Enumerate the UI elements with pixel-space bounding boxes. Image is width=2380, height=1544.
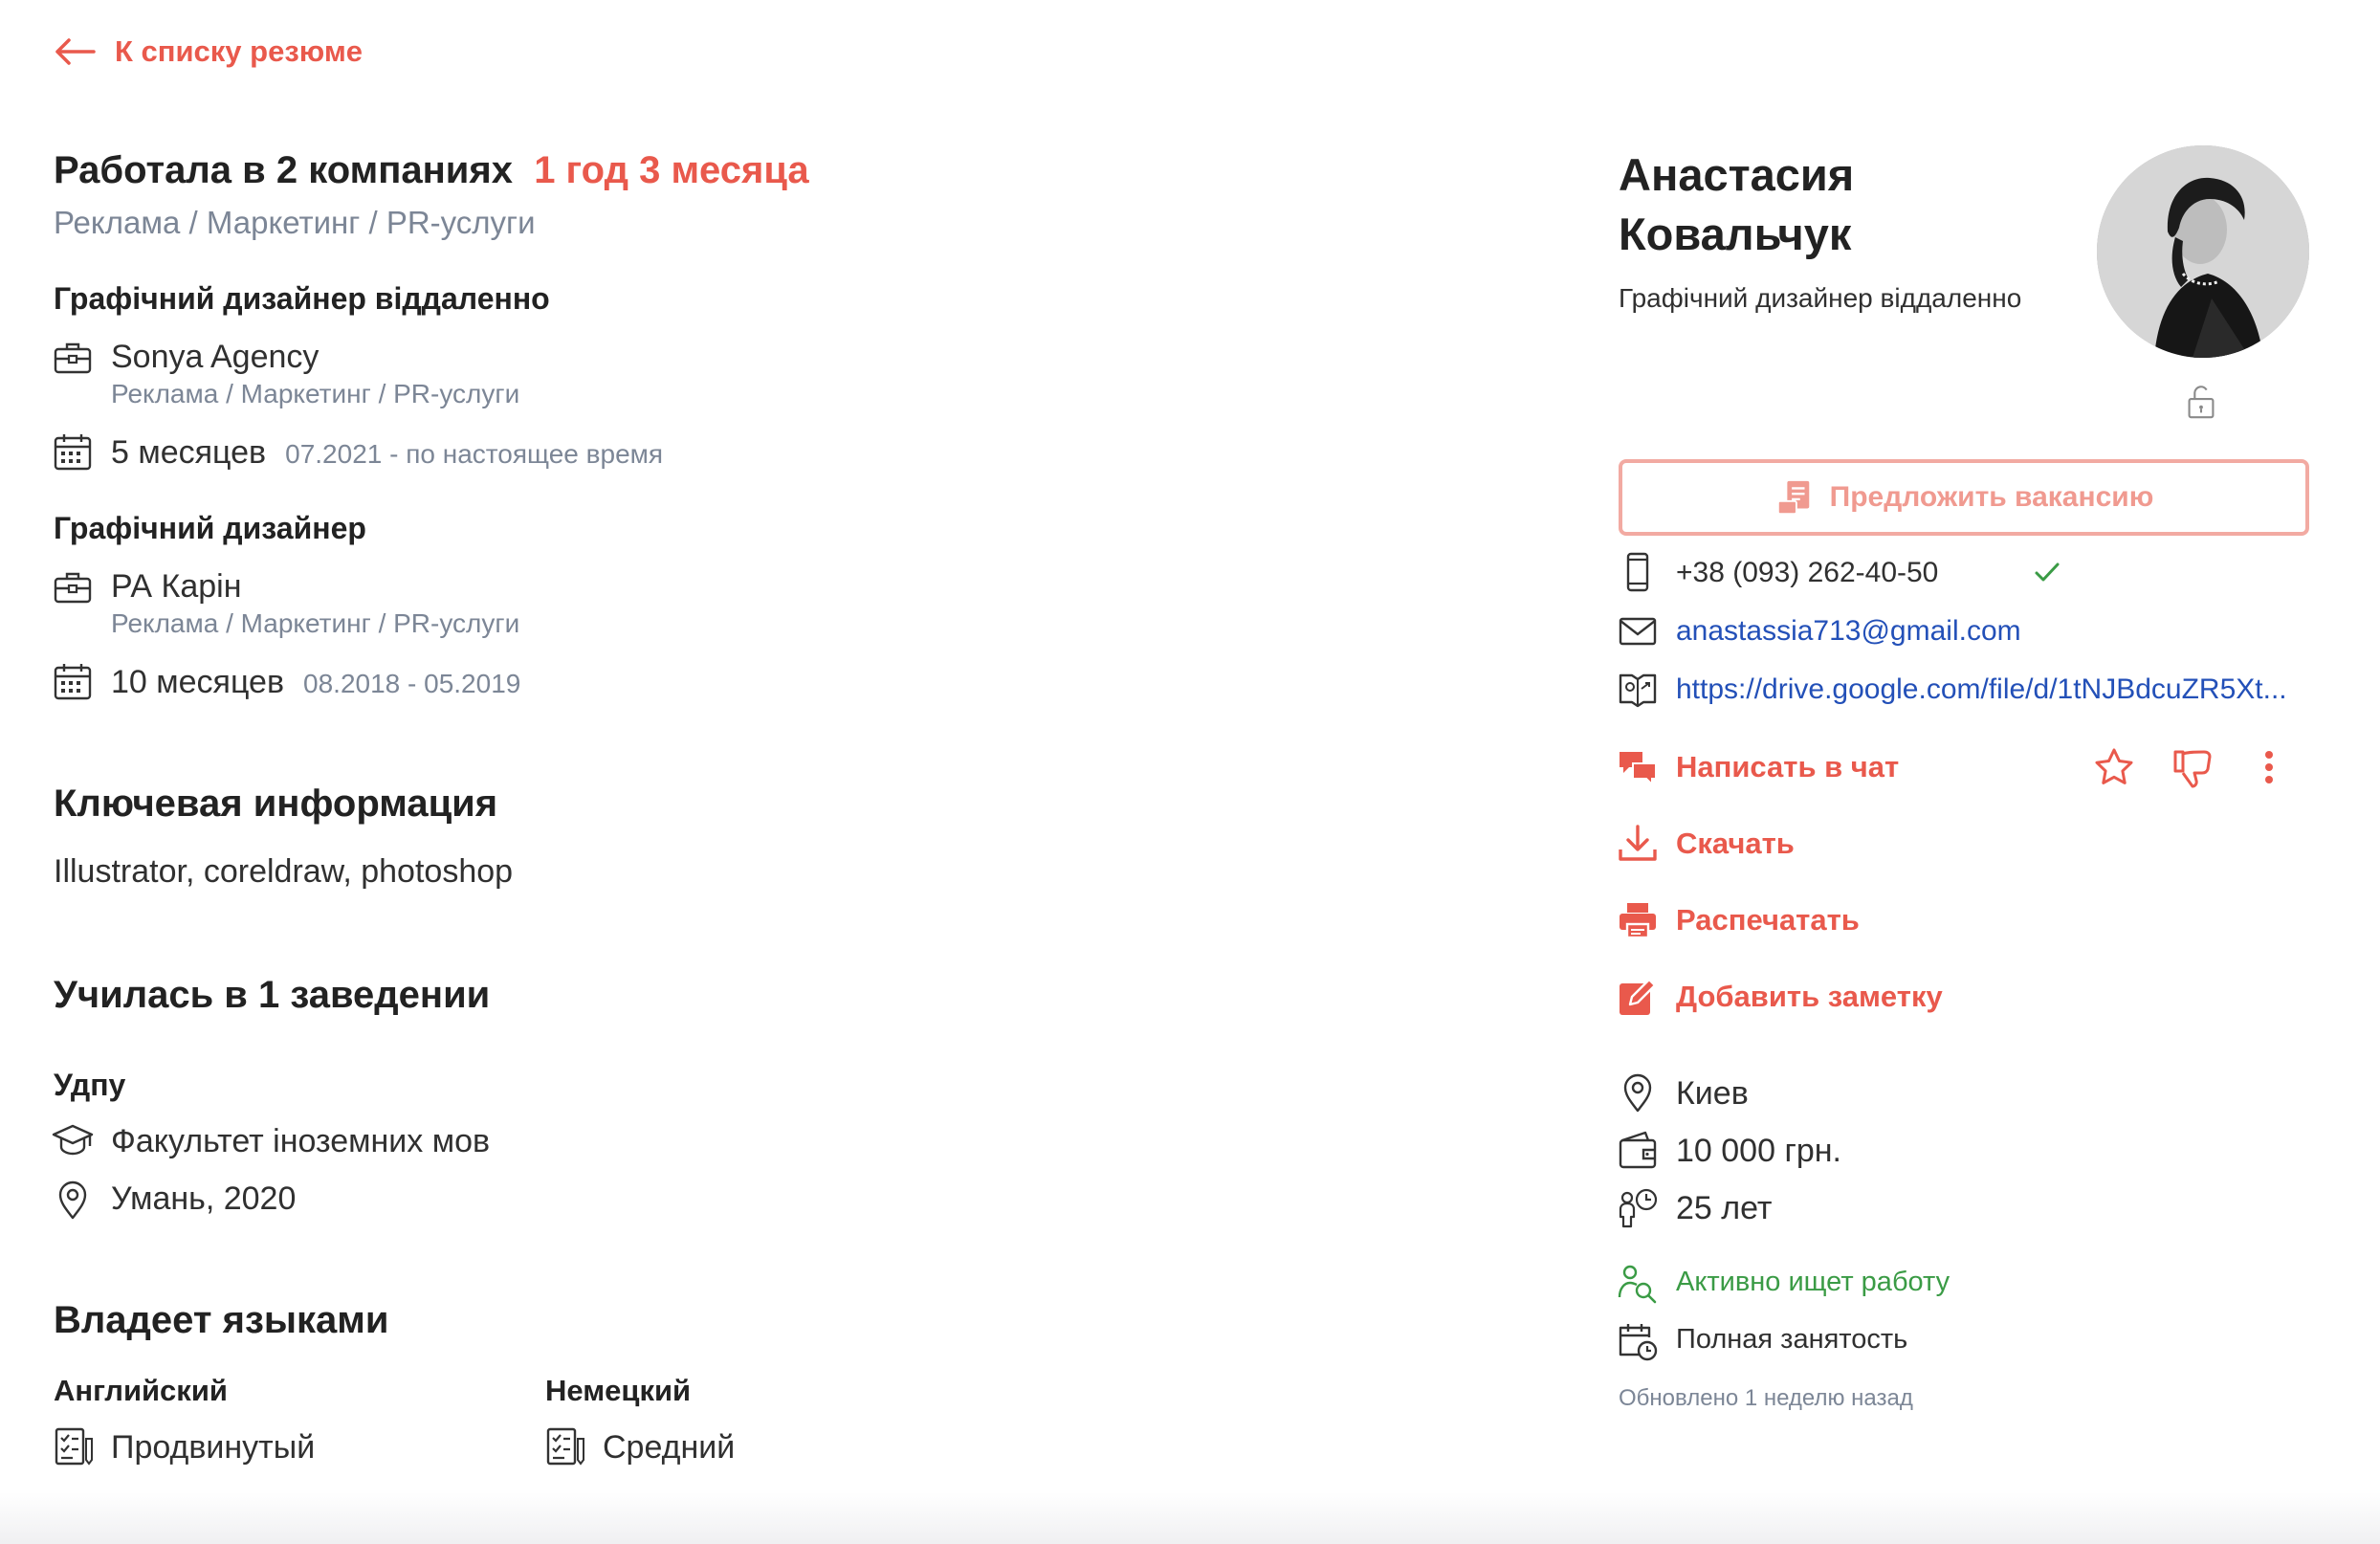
job-dates: 08.2018 - 05.2019 xyxy=(303,669,521,698)
offer-vacancy-label: Предложить вакансию xyxy=(1829,481,2154,513)
education-institution: Удпу xyxy=(54,1068,126,1102)
candidate-age: 25 лет xyxy=(1676,1190,1773,1226)
updated-timestamp: Обновлено 1 неделю назад xyxy=(1619,1385,1913,1411)
language-level: Продвинутый xyxy=(111,1429,316,1466)
thumbs-down-icon[interactable] xyxy=(2171,746,2214,788)
portfolio-link[interactable]: https://drive.google.com/file/d/1tNJBdcu… xyxy=(1676,673,2307,706)
check-icon xyxy=(2032,557,2062,587)
avatar xyxy=(2097,145,2309,358)
candidate-name: Анастасия Ковальчук xyxy=(1619,145,2116,264)
experience-duration: 1 год 3 месяца xyxy=(534,149,809,191)
job-duration: 10 месяцев xyxy=(111,664,285,700)
job-dates: 07.2021 - по настоящее время xyxy=(285,439,664,469)
person-search-icon xyxy=(1617,1263,1659,1305)
experience-title: Работала в 2 компаниях xyxy=(54,149,513,191)
person-clock-icon xyxy=(1617,1186,1659,1228)
job-company: РА Карін xyxy=(111,568,242,605)
language-name: Английский xyxy=(54,1374,228,1407)
job-company: Sonya Agency xyxy=(111,339,320,375)
candidate-first-name: Анастасия xyxy=(1619,149,1855,200)
download-button[interactable]: Скачать xyxy=(1676,827,1795,861)
edit-note-icon xyxy=(1617,976,1659,1018)
key-info-heading: Ключевая информация xyxy=(54,783,498,825)
calendar-clock-icon xyxy=(1617,1320,1659,1362)
back-link-label: К списку резюме xyxy=(115,34,363,68)
candidate-position: Графічний дизайнер віддаленно xyxy=(1619,283,2022,313)
print-button[interactable]: Распечатать xyxy=(1676,903,1860,937)
printer-icon xyxy=(1617,899,1659,941)
envelope-icon xyxy=(1617,610,1659,652)
education-faculty: Факультет іноземних мов xyxy=(111,1123,491,1159)
candidate-last-name: Ковальчук xyxy=(1619,209,1852,259)
star-icon[interactable] xyxy=(2093,746,2135,788)
job-period-row: 5 месяцев 07.2021 - по настоящее время xyxy=(111,434,663,472)
calendar-icon xyxy=(52,660,94,702)
graduation-cap-icon xyxy=(52,1119,94,1161)
briefcase-icon xyxy=(52,337,94,379)
back-to-list-link[interactable]: К списку резюме xyxy=(54,31,363,73)
download-icon xyxy=(1617,823,1659,865)
chat-icon xyxy=(1617,746,1659,788)
offer-vacancy-button[interactable]: Предложить вакансию xyxy=(1619,459,2309,536)
calendar-icon xyxy=(52,430,94,473)
phone-icon xyxy=(1617,551,1659,593)
unlock-icon[interactable] xyxy=(2181,381,2221,421)
location-pin-icon xyxy=(1617,1071,1659,1114)
candidate-salary: 10 000 грн. xyxy=(1676,1133,1841,1169)
checklist-icon xyxy=(543,1425,585,1467)
location-pin-icon xyxy=(52,1179,94,1221)
offer-document-icon xyxy=(1776,480,1809,516)
experience-industry: Реклама / Маркетинг / PR-услуги xyxy=(54,205,536,240)
bottom-fade xyxy=(0,1492,2380,1544)
language-name: Немецкий xyxy=(545,1374,692,1407)
more-vertical-icon[interactable] xyxy=(2250,746,2288,788)
write-to-chat-button[interactable]: Написать в чат xyxy=(1676,750,1899,784)
employment-type: Полная занятость xyxy=(1676,1324,1908,1355)
job-period-row: 10 месяцев 08.2018 - 05.2019 xyxy=(111,664,520,701)
phone-number[interactable]: +38 (093) 262-40-50 xyxy=(1676,557,1938,589)
education-heading: Училась в 1 заведении xyxy=(54,974,491,1016)
key-info-text: Illustrator, coreldraw, photoshop xyxy=(54,853,514,890)
job-industry: Реклама / Маркетинг / PR-услуги xyxy=(111,379,520,408)
arrow-left-icon xyxy=(55,38,96,65)
portfolio-link-icon xyxy=(1617,668,1659,710)
education-place-year: Умань, 2020 xyxy=(111,1180,297,1217)
job-search-status: Активно ищет работу xyxy=(1676,1267,1950,1297)
job-industry: Реклама / Маркетинг / PR-услуги xyxy=(111,608,520,638)
language-level: Средний xyxy=(603,1429,736,1466)
add-note-button[interactable]: Добавить заметку xyxy=(1676,980,1943,1014)
briefcase-icon xyxy=(52,566,94,608)
experience-heading: Работала в 2 компаниях 1 год 3 месяца xyxy=(54,149,809,192)
wallet-icon xyxy=(1617,1129,1659,1171)
job-title: Графічний дизайнер віддаленно xyxy=(54,281,550,316)
job-duration: 5 месяцев xyxy=(111,434,267,471)
email-link[interactable]: anastassia713@gmail.com xyxy=(1676,615,2021,648)
checklist-icon xyxy=(52,1425,94,1467)
languages-heading: Владеет языками xyxy=(54,1299,389,1341)
job-title: Графічний дизайнер xyxy=(54,511,366,545)
candidate-city: Киев xyxy=(1676,1075,1749,1112)
